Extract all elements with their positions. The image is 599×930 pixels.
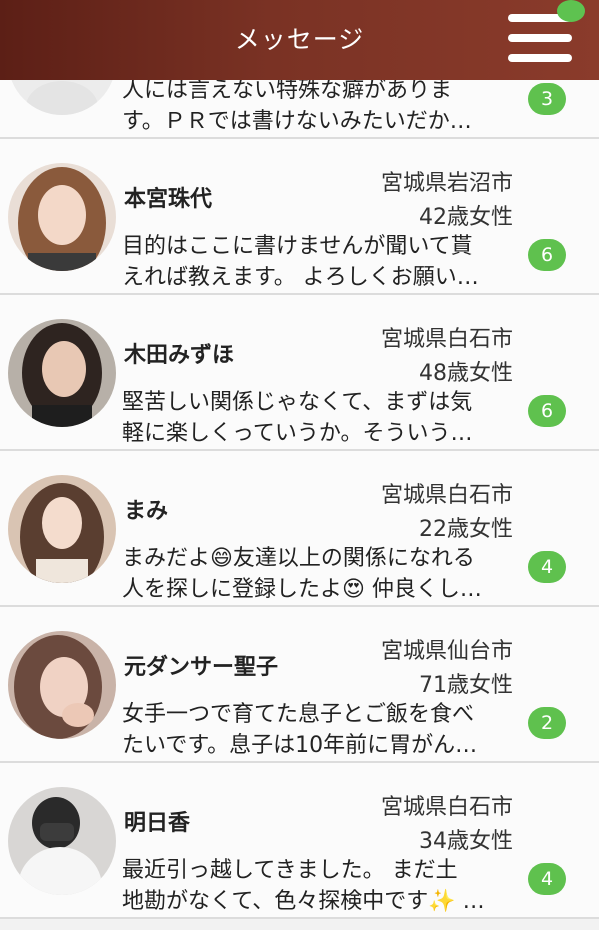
sender-location: 宮城県岩沼市 (380, 171, 513, 196)
sender-name: 明日香 (124, 811, 191, 836)
message-line-2: 地勘がなくて、色々探検中です✨ … (122, 889, 485, 914)
notification-dot (557, 0, 585, 22)
sender-name: 本宮珠代 (124, 187, 213, 212)
avatar[interactable] (8, 787, 116, 895)
message-line-2: えれば教えます。 よろしくお願い… (122, 265, 479, 290)
unread-count-badge: 6 (528, 395, 566, 427)
unread-count-badge: 4 (528, 863, 566, 895)
message-row[interactable]: 木田みずほ 宮城県白石市 48歳女性 堅苦しい関係じゃなくて、まずは気 軽に楽し… (0, 295, 599, 451)
sender-location: 宮城県白石市 (380, 327, 513, 352)
sender-name: 元ダンサー聖子 (124, 655, 279, 680)
message-row[interactable]: 明日香 宮城県白石市 34歳女性 最近引っ越してきました。 まだ土 地勘がなくて… (0, 763, 599, 919)
message-line-1: 目的はここに書けませんが聞いて貰 (122, 234, 473, 259)
sender-location: 宮城県白石市 (380, 795, 513, 820)
unread-count-badge: 6 (528, 239, 566, 271)
message-preview: 最近引っ越してきました。 まだ土 地勘がなくて、色々探検中です✨ … (122, 855, 512, 917)
sender-age: 22歳女性 (419, 517, 513, 542)
message-line-1: 堅苦しい関係じゃなくて、まずは気 (122, 390, 473, 415)
avatar[interactable] (8, 475, 116, 583)
unread-count-badge: 2 (528, 707, 566, 739)
unread-count-badge: 4 (528, 551, 566, 583)
sender-location: 宮城県白石市 (380, 483, 513, 508)
message-line-1: 最近引っ越してきました。 まだ土 (122, 858, 458, 883)
message-preview: 女手一つで育てた息子とご飯を食べ たいです。息子は10年前に胃がん… (122, 699, 512, 761)
message-line-2: 軽に楽しくっていうか。そういう… (122, 421, 473, 446)
message-line-1: まみだよ😄友達以上の関係になれる (122, 546, 475, 571)
avatar[interactable] (8, 163, 116, 271)
avatar[interactable] (8, 319, 116, 427)
sender-name: 木田みずほ (124, 343, 235, 368)
message-preview: 目的はここに書けませんが聞いて貰 えれば教えます。 よろしくお願い… (122, 231, 512, 293)
message-line-2: す。ＰＲでは書けないみたいだか… (122, 109, 472, 134)
message-line-2: 人を探しに登録したよ😍 仲良くし… (122, 577, 482, 602)
avatar[interactable] (8, 631, 116, 739)
message-preview: 堅苦しい関係じゃなくて、まずは気 軽に楽しくっていうか。そういう… (122, 387, 512, 449)
message-line-1: 女手一つで育てた息子とご飯を食べ (122, 702, 475, 727)
sender-location: 宮城県仙台市 (380, 639, 513, 664)
unread-count-badge: 3 (528, 83, 566, 115)
message-line-2: たいです。息子は10年前に胃がん… (122, 733, 478, 758)
message-preview: まみだよ😄友達以上の関係になれる 人を探しに登録したよ😍 仲良くし… (122, 543, 512, 605)
app-header: メッセージ (0, 0, 599, 80)
message-preview: 人には言えない特殊な癖がありま す。ＰＲでは書けないみたいだか… (122, 75, 512, 137)
menu-bar-2 (508, 34, 572, 42)
sender-age: 34歳女性 (419, 829, 513, 854)
message-row[interactable]: まみ 宮城県白石市 22歳女性 まみだよ😄友達以上の関係になれる 人を探しに登録… (0, 451, 599, 607)
sender-age: 48歳女性 (419, 361, 513, 386)
sender-name: まみ (124, 499, 169, 524)
sender-age: 71歳女性 (419, 673, 513, 698)
message-row[interactable]: 本宮珠代 宮城県岩沼市 42歳女性 目的はここに書けませんが聞いて貰 えれば教え… (0, 139, 599, 295)
message-row[interactable]: 元ダンサー聖子 宮城県仙台市 71歳女性 女手一つで育てた息子とご飯を食べ たい… (0, 607, 599, 763)
sender-age: 42歳女性 (419, 205, 513, 230)
menu-bar-3 (508, 54, 572, 62)
